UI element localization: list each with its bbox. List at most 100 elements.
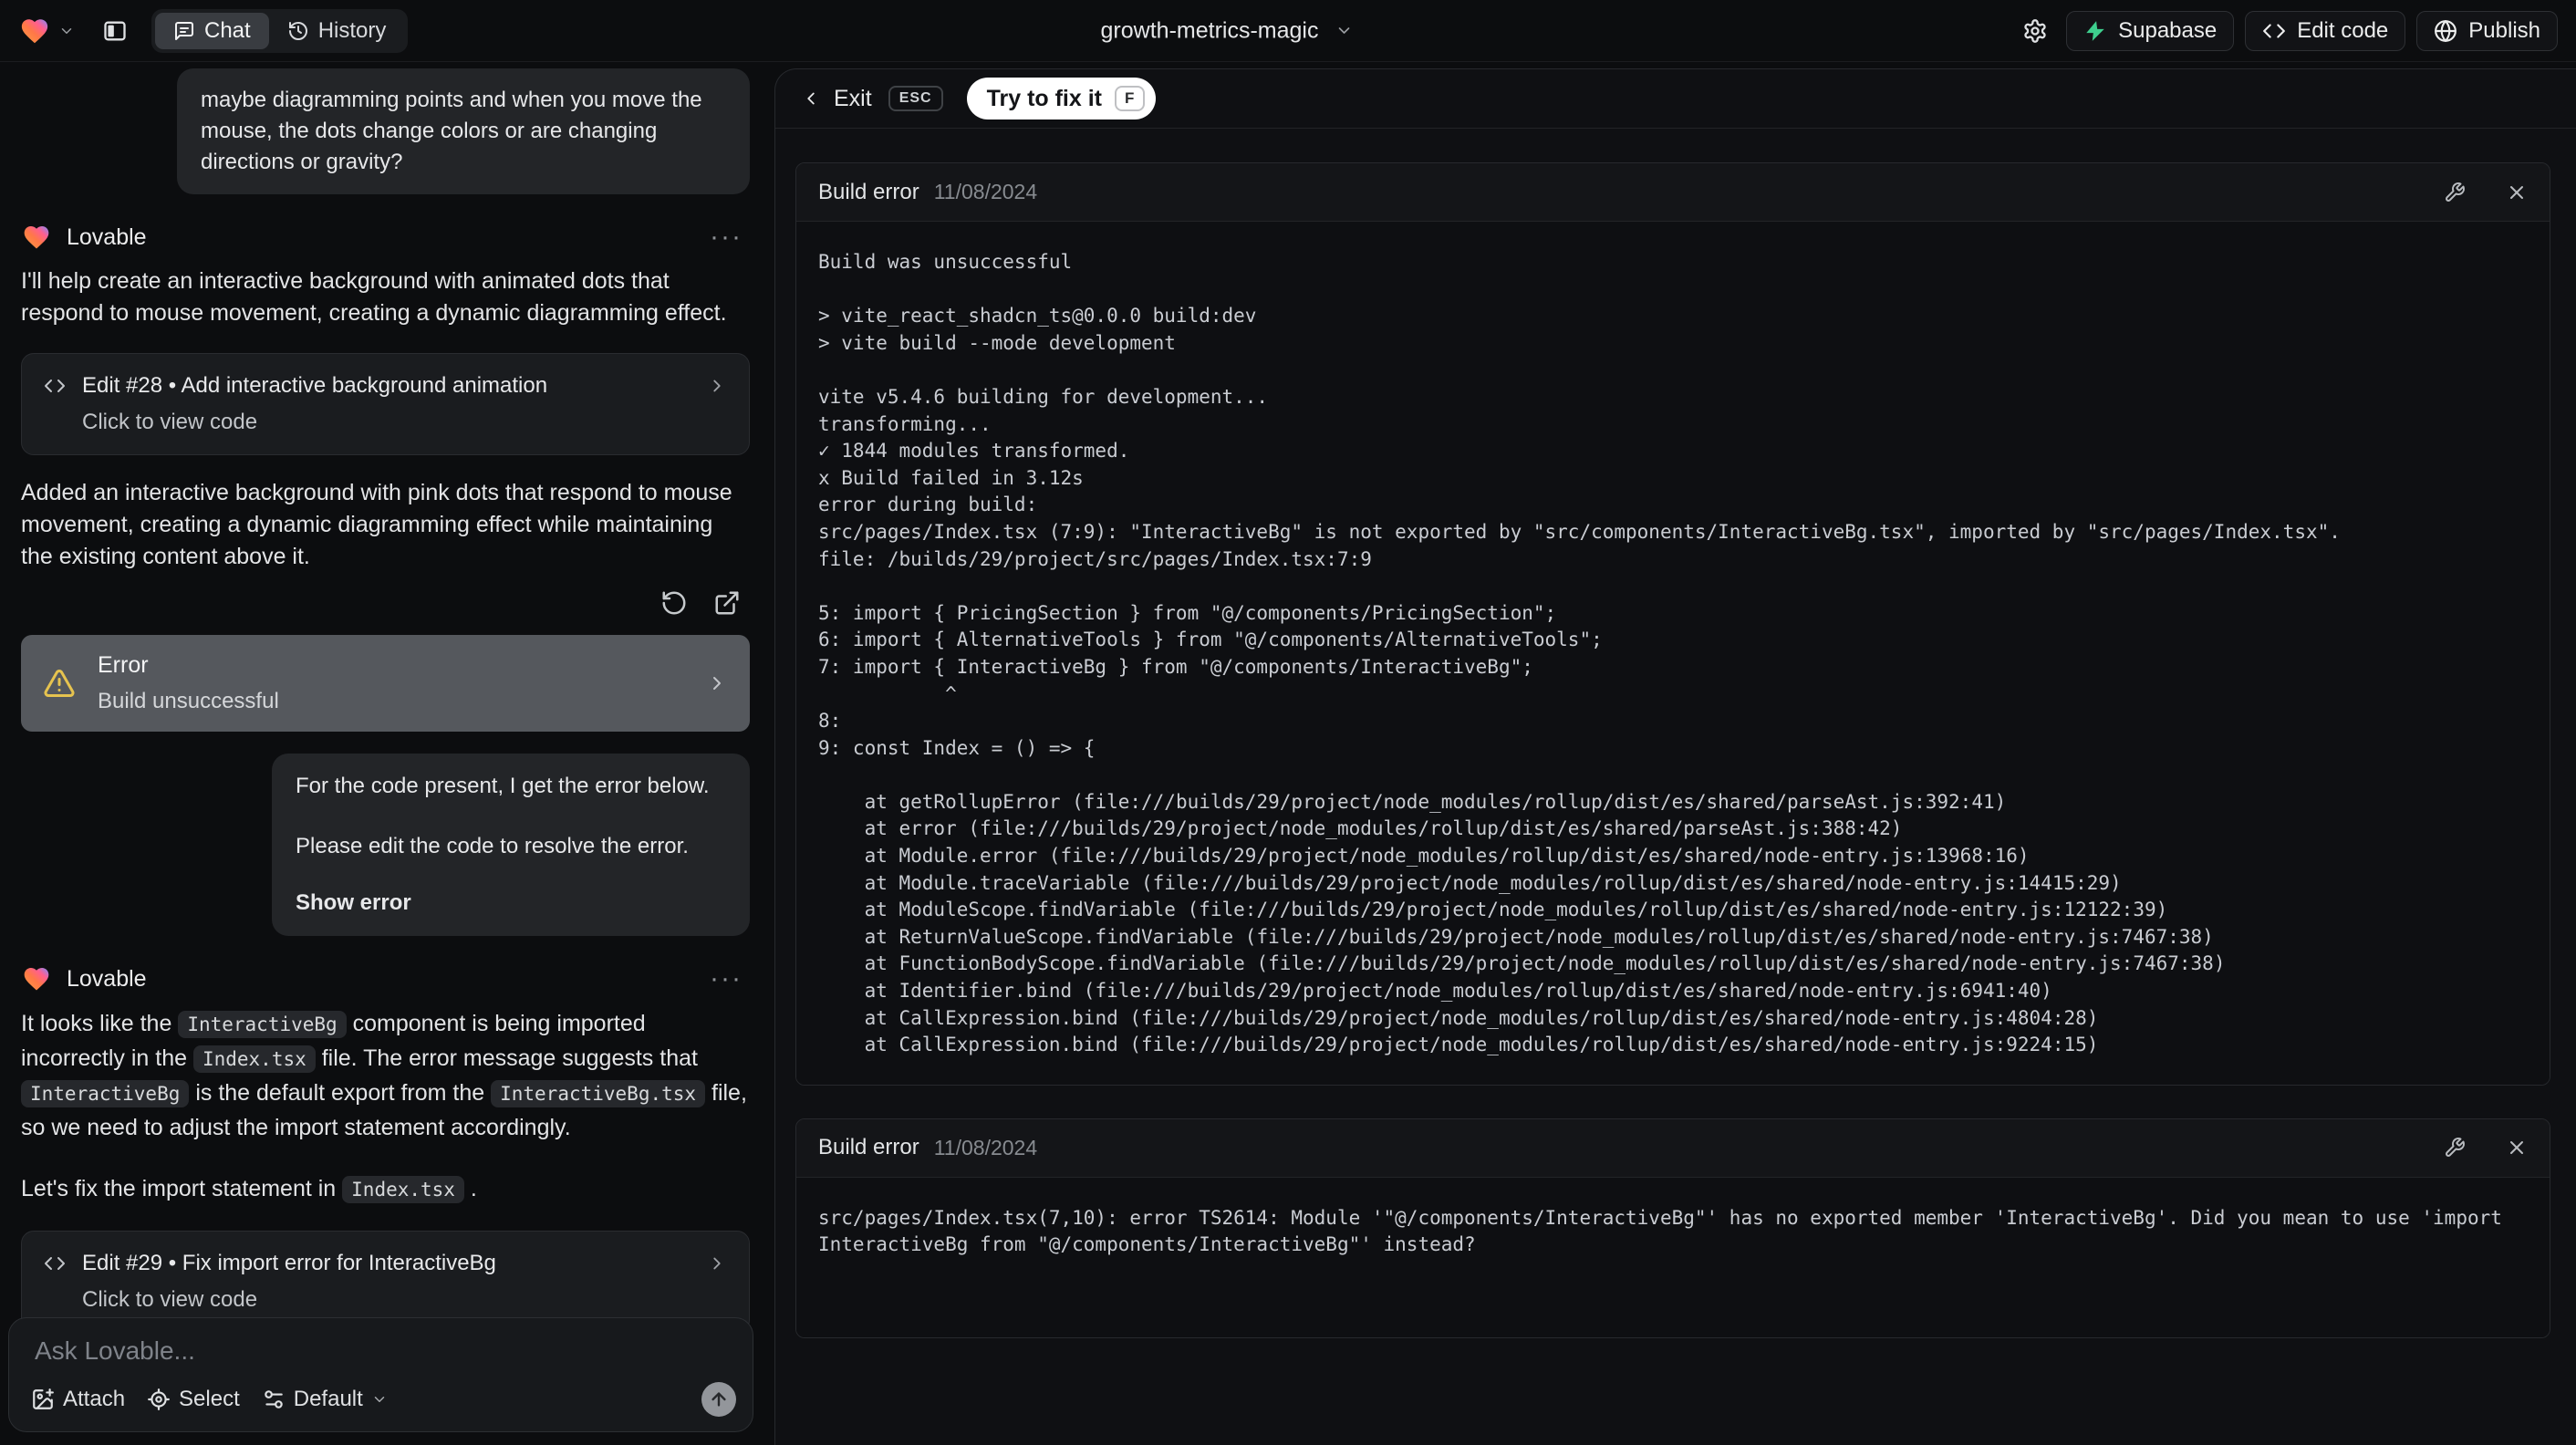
chat-bubble-icon	[173, 20, 195, 42]
show-error-link[interactable]: Show error	[296, 887, 726, 920]
exit-button[interactable]: Exit	[801, 86, 872, 112]
preview-panel: Exit ESC Try to fix it F Build error 11/…	[774, 68, 2576, 1445]
edit-card-title: Edit #28 • Add interactive background an…	[82, 373, 548, 398]
fix-error-button[interactable]	[2444, 182, 2466, 203]
inline-code: InteractiveBg	[178, 1011, 347, 1038]
assistant-message: It looks like the InteractiveBg componen…	[21, 1011, 747, 1140]
error-panel-header: Build error 11/08/2024	[796, 163, 2550, 222]
lovable-heart-icon	[21, 223, 52, 252]
project-switcher[interactable]: growth-metrics-magic	[1101, 17, 1354, 44]
ellipsis-icon: ···	[710, 963, 743, 993]
f-key-badge: F	[1115, 86, 1146, 111]
try-to-fix-button[interactable]: Try to fix it F	[966, 78, 1157, 120]
globe-icon	[2434, 19, 2457, 43]
message-menu-button[interactable]: ···	[710, 224, 743, 251]
tab-history-label: History	[317, 17, 387, 43]
fix-error-button[interactable]	[2444, 1137, 2466, 1159]
locate-target-icon	[147, 1388, 171, 1411]
rotate-ccw-icon	[660, 589, 688, 617]
build-error-panel-1: Build error 11/08/2024 Build was unsucce…	[795, 162, 2550, 1086]
top-bar-actions: Supabase Edit code Publish	[2015, 10, 2558, 51]
edit-version-card-28[interactable]: Edit #28 • Add interactive background an…	[21, 353, 750, 455]
top-bar: Chat History growth-metrics-magic Supaba…	[0, 0, 2576, 62]
code-icon	[44, 1253, 66, 1274]
tab-chat[interactable]: Chat	[155, 12, 269, 49]
wrench-icon	[2444, 182, 2466, 203]
code-icon	[44, 375, 66, 397]
fix-toolbar: Exit ESC Try to fix it F	[775, 69, 2576, 129]
close-error-button[interactable]	[2506, 1137, 2528, 1159]
tab-history[interactable]: History	[269, 13, 405, 49]
lovable-heart-icon	[18, 16, 51, 47]
project-name: growth-metrics-magic	[1100, 17, 1319, 43]
error-log[interactable]: src/pages/Index.tsx(7,10): error TS2614:…	[796, 1177, 2550, 1337]
supabase-bolt-icon	[2083, 19, 2107, 43]
error-panel-title: Build error	[818, 179, 919, 204]
edit-code-label: Edit code	[2297, 17, 2389, 43]
tab-chat-label: Chat	[204, 17, 251, 43]
lovable-home-menu[interactable]	[18, 16, 75, 47]
select-element-button[interactable]: Select	[147, 1387, 240, 1412]
settings-button[interactable]	[2015, 11, 2055, 51]
chat-message-list: maybe diagramming points and when you mo…	[0, 62, 763, 1333]
open-preview-button[interactable]	[712, 587, 743, 619]
error-card-title: Error	[98, 652, 149, 678]
sliders-icon	[262, 1388, 286, 1411]
chevron-right-icon	[707, 1253, 727, 1273]
external-link-icon	[713, 589, 741, 617]
message-menu-button[interactable]: ···	[710, 965, 743, 993]
click-to-view-code[interactable]: Click to view code	[44, 1284, 727, 1315]
error-panel-date: 11/08/2024	[933, 180, 1038, 203]
chevron-down-icon	[58, 23, 75, 39]
select-label: Select	[179, 1387, 240, 1411]
edit-code-button[interactable]: Edit code	[2245, 10, 2406, 51]
publish-label: Publish	[2468, 17, 2540, 43]
error-log[interactable]: Build was unsuccessful > vite_react_shad…	[796, 222, 2550, 1085]
ellipsis-icon: ···	[710, 222, 743, 252]
code-icon	[2262, 19, 2286, 43]
mode-selector[interactable]: Default	[262, 1387, 388, 1412]
exit-label: Exit	[834, 85, 872, 111]
chat-input[interactable]	[35, 1336, 727, 1377]
restore-version-button[interactable]	[659, 587, 690, 619]
attach-button[interactable]: Attach	[31, 1387, 125, 1412]
close-error-button[interactable]	[2506, 182, 2528, 203]
panel-left-icon	[102, 18, 128, 44]
supabase-button[interactable]: Supabase	[2066, 10, 2235, 51]
attach-label: Attach	[63, 1387, 126, 1411]
image-plus-icon	[31, 1388, 55, 1411]
assistant-name: Lovable	[67, 965, 147, 992]
sidebar-toggle-button[interactable]	[95, 11, 135, 51]
lovable-app-window: Chat History growth-metrics-magic Supaba…	[0, 0, 2576, 1445]
assistant-message: Let's fix the import statement in Index.…	[21, 1176, 477, 1203]
chevron-right-icon	[706, 672, 728, 694]
error-panel-header: Build error 11/08/2024	[796, 1118, 2550, 1178]
supabase-label: Supabase	[2118, 17, 2218, 43]
build-error-summary-card[interactable]: Error Build unsuccessful	[21, 635, 750, 732]
error-panel-date: 11/08/2024	[933, 1135, 1038, 1159]
close-icon	[2506, 1137, 2528, 1159]
mode-label: Default	[293, 1387, 363, 1411]
click-to-view-code[interactable]: Click to view code	[44, 407, 727, 438]
chevron-left-icon	[801, 88, 821, 109]
user-message-line: For the code present, I get the error be…	[296, 774, 710, 798]
assistant-name: Lovable	[67, 224, 147, 250]
chat-composer: Attach Select	[8, 1317, 753, 1432]
send-button[interactable]	[701, 1382, 736, 1417]
chat-panel: maybe diagramming points and when you mo…	[0, 62, 763, 1445]
lovable-heart-icon	[21, 964, 52, 993]
history-icon	[287, 20, 309, 42]
esc-key-badge: ESC	[888, 86, 943, 111]
assistant-message-header: Lovable ···	[21, 963, 750, 994]
user-message-line: Please edit the code to resolve the erro…	[296, 834, 689, 858]
wrench-icon	[2444, 1137, 2466, 1159]
try-to-fix-label: Try to fix it	[986, 85, 1102, 111]
arrow-up-icon	[709, 1389, 729, 1409]
inline-code: InteractiveBg	[21, 1080, 190, 1107]
edit-card-title: Edit #29 • Fix import error for Interact…	[82, 1251, 496, 1275]
view-tabs: Chat History	[151, 8, 409, 53]
close-icon	[2506, 182, 2528, 203]
inline-code: Index.tsx	[192, 1045, 316, 1073]
publish-button[interactable]: Publish	[2416, 10, 2558, 51]
chevron-down-icon	[371, 1391, 388, 1408]
